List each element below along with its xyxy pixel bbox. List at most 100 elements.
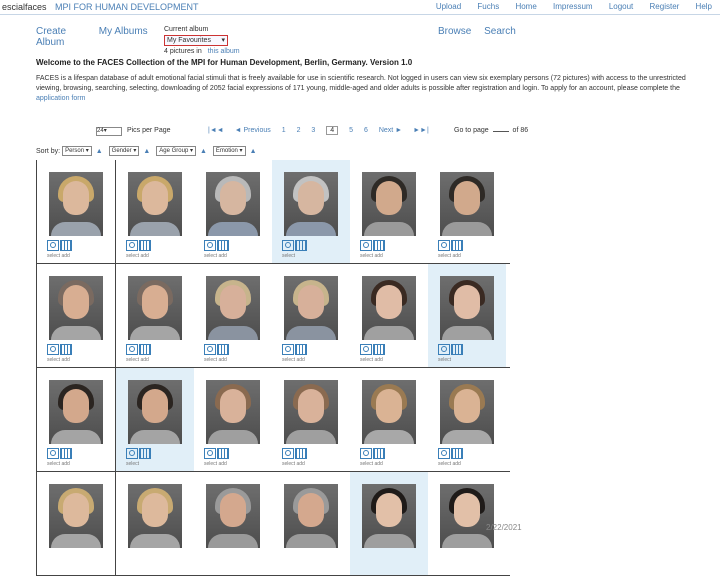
face-card[interactable]: select add xyxy=(37,264,116,367)
magnify-icon[interactable] xyxy=(282,240,294,251)
toplink-upload[interactable]: Upload xyxy=(436,2,461,11)
face-photo[interactable] xyxy=(284,380,338,444)
album-select[interactable]: My Favourites ▾ xyxy=(164,35,228,46)
page-link[interactable]: 2 xyxy=(297,127,301,134)
face-card[interactable]: select add xyxy=(272,264,350,367)
magnify-icon[interactable] xyxy=(126,240,138,251)
magnify-icon[interactable] xyxy=(47,240,59,251)
face-photo[interactable] xyxy=(206,276,260,340)
magnify-icon[interactable] xyxy=(360,344,372,355)
toplink-logout[interactable]: Logout xyxy=(609,2,633,11)
magnify-icon[interactable] xyxy=(360,240,372,251)
add-to-album-icon[interactable] xyxy=(373,448,385,459)
add-to-album-icon[interactable] xyxy=(451,344,463,355)
face-photo[interactable] xyxy=(49,380,103,444)
magnify-icon[interactable] xyxy=(204,344,216,355)
sort-up-icon[interactable]: ▲ xyxy=(143,148,150,155)
sort-select-age[interactable]: Age Group ▾ xyxy=(156,146,196,156)
face-photo[interactable] xyxy=(49,172,103,236)
add-to-album-icon[interactable] xyxy=(217,344,229,355)
face-card[interactable]: select add xyxy=(350,160,428,263)
face-card[interactable]: select xyxy=(116,368,194,471)
face-photo[interactable] xyxy=(128,484,182,548)
face-card[interactable]: select add xyxy=(350,264,428,367)
face-photo[interactable] xyxy=(49,484,103,548)
add-to-album-icon[interactable] xyxy=(60,448,72,459)
sort-select-person[interactable]: Person ▾ xyxy=(62,146,92,156)
toplink-impressum[interactable]: Impressum xyxy=(553,2,593,11)
sort-up-icon[interactable]: ▲ xyxy=(96,148,103,155)
create-album-link[interactable]: Create Album xyxy=(36,26,72,48)
magnify-icon[interactable] xyxy=(438,344,450,355)
magnify-icon[interactable] xyxy=(204,240,216,251)
face-photo[interactable] xyxy=(440,484,494,548)
face-photo[interactable] xyxy=(362,172,416,236)
face-card[interactable]: select add xyxy=(194,368,272,471)
add-to-album-icon[interactable] xyxy=(60,240,72,251)
face-photo[interactable] xyxy=(128,276,182,340)
search-link[interactable]: Search xyxy=(484,26,516,37)
magnify-icon[interactable] xyxy=(126,448,138,459)
face-photo[interactable] xyxy=(206,380,260,444)
browse-link[interactable]: Browse xyxy=(438,26,471,37)
face-photo[interactable] xyxy=(284,172,338,236)
face-photo[interactable] xyxy=(440,276,494,340)
sort-up-icon[interactable]: ▲ xyxy=(250,148,257,155)
magnify-icon[interactable] xyxy=(438,448,450,459)
face-card[interactable]: select add xyxy=(272,368,350,471)
add-to-album-icon[interactable] xyxy=(373,240,385,251)
add-to-album-icon[interactable] xyxy=(451,240,463,251)
face-photo[interactable] xyxy=(49,276,103,340)
face-photo[interactable] xyxy=(362,276,416,340)
add-to-album-icon[interactable] xyxy=(373,344,385,355)
face-card[interactable]: select xyxy=(272,160,350,263)
face-photo[interactable] xyxy=(206,172,260,236)
face-card[interactable]: select add xyxy=(116,264,194,367)
page-link[interactable]: 6 xyxy=(364,127,368,134)
magnify-icon[interactable] xyxy=(47,344,59,355)
face-photo[interactable] xyxy=(440,172,494,236)
magnify-icon[interactable] xyxy=(282,344,294,355)
face-card[interactable]: select add xyxy=(116,160,194,263)
face-card[interactable]: select add xyxy=(194,264,272,367)
magnify-icon[interactable] xyxy=(282,448,294,459)
face-card[interactable] xyxy=(37,472,116,575)
face-card[interactable]: select add xyxy=(37,160,116,263)
add-to-album-icon[interactable] xyxy=(217,240,229,251)
face-card[interactable]: select add xyxy=(37,368,116,471)
face-card[interactable]: select xyxy=(428,264,506,367)
add-to-album-icon[interactable] xyxy=(295,448,307,459)
album-link[interactable]: this album xyxy=(208,48,240,55)
face-photo[interactable] xyxy=(206,484,260,548)
add-to-album-icon[interactable] xyxy=(139,344,151,355)
first-page-button[interactable]: |◄◄ xyxy=(208,127,224,134)
magnify-icon[interactable] xyxy=(438,240,450,251)
page-link[interactable]: 1 xyxy=(282,127,286,134)
toplink-home[interactable]: Home xyxy=(515,2,536,11)
sort-select-emotion[interactable]: Emotion ▾ xyxy=(212,146,246,156)
face-card[interactable]: select add xyxy=(428,368,506,471)
face-card[interactable] xyxy=(350,472,428,575)
magnify-icon[interactable] xyxy=(47,448,59,459)
add-to-album-icon[interactable] xyxy=(295,240,307,251)
magnify-icon[interactable] xyxy=(204,448,216,459)
face-photo[interactable] xyxy=(284,484,338,548)
face-card[interactable] xyxy=(194,472,272,575)
face-photo[interactable] xyxy=(362,484,416,548)
add-to-album-icon[interactable] xyxy=(451,448,463,459)
face-card[interactable]: select add xyxy=(350,368,428,471)
page-link[interactable]: 5 xyxy=(349,127,353,134)
magnify-icon[interactable] xyxy=(126,344,138,355)
goto-page-input[interactable] xyxy=(492,131,509,132)
face-card[interactable]: select add xyxy=(194,160,272,263)
face-card[interactable] xyxy=(272,472,350,575)
face-card[interactable] xyxy=(116,472,194,575)
last-page-button[interactable]: ►►| xyxy=(413,127,429,134)
add-to-album-icon[interactable] xyxy=(217,448,229,459)
add-to-album-icon[interactable] xyxy=(295,344,307,355)
face-photo[interactable] xyxy=(362,380,416,444)
sort-select-gender[interactable]: Gender ▾ xyxy=(108,146,140,156)
toplink-help[interactable]: Help xyxy=(696,2,712,11)
next-page-button[interactable]: Next ► xyxy=(379,127,402,134)
page-link[interactable]: 3 xyxy=(311,127,315,134)
